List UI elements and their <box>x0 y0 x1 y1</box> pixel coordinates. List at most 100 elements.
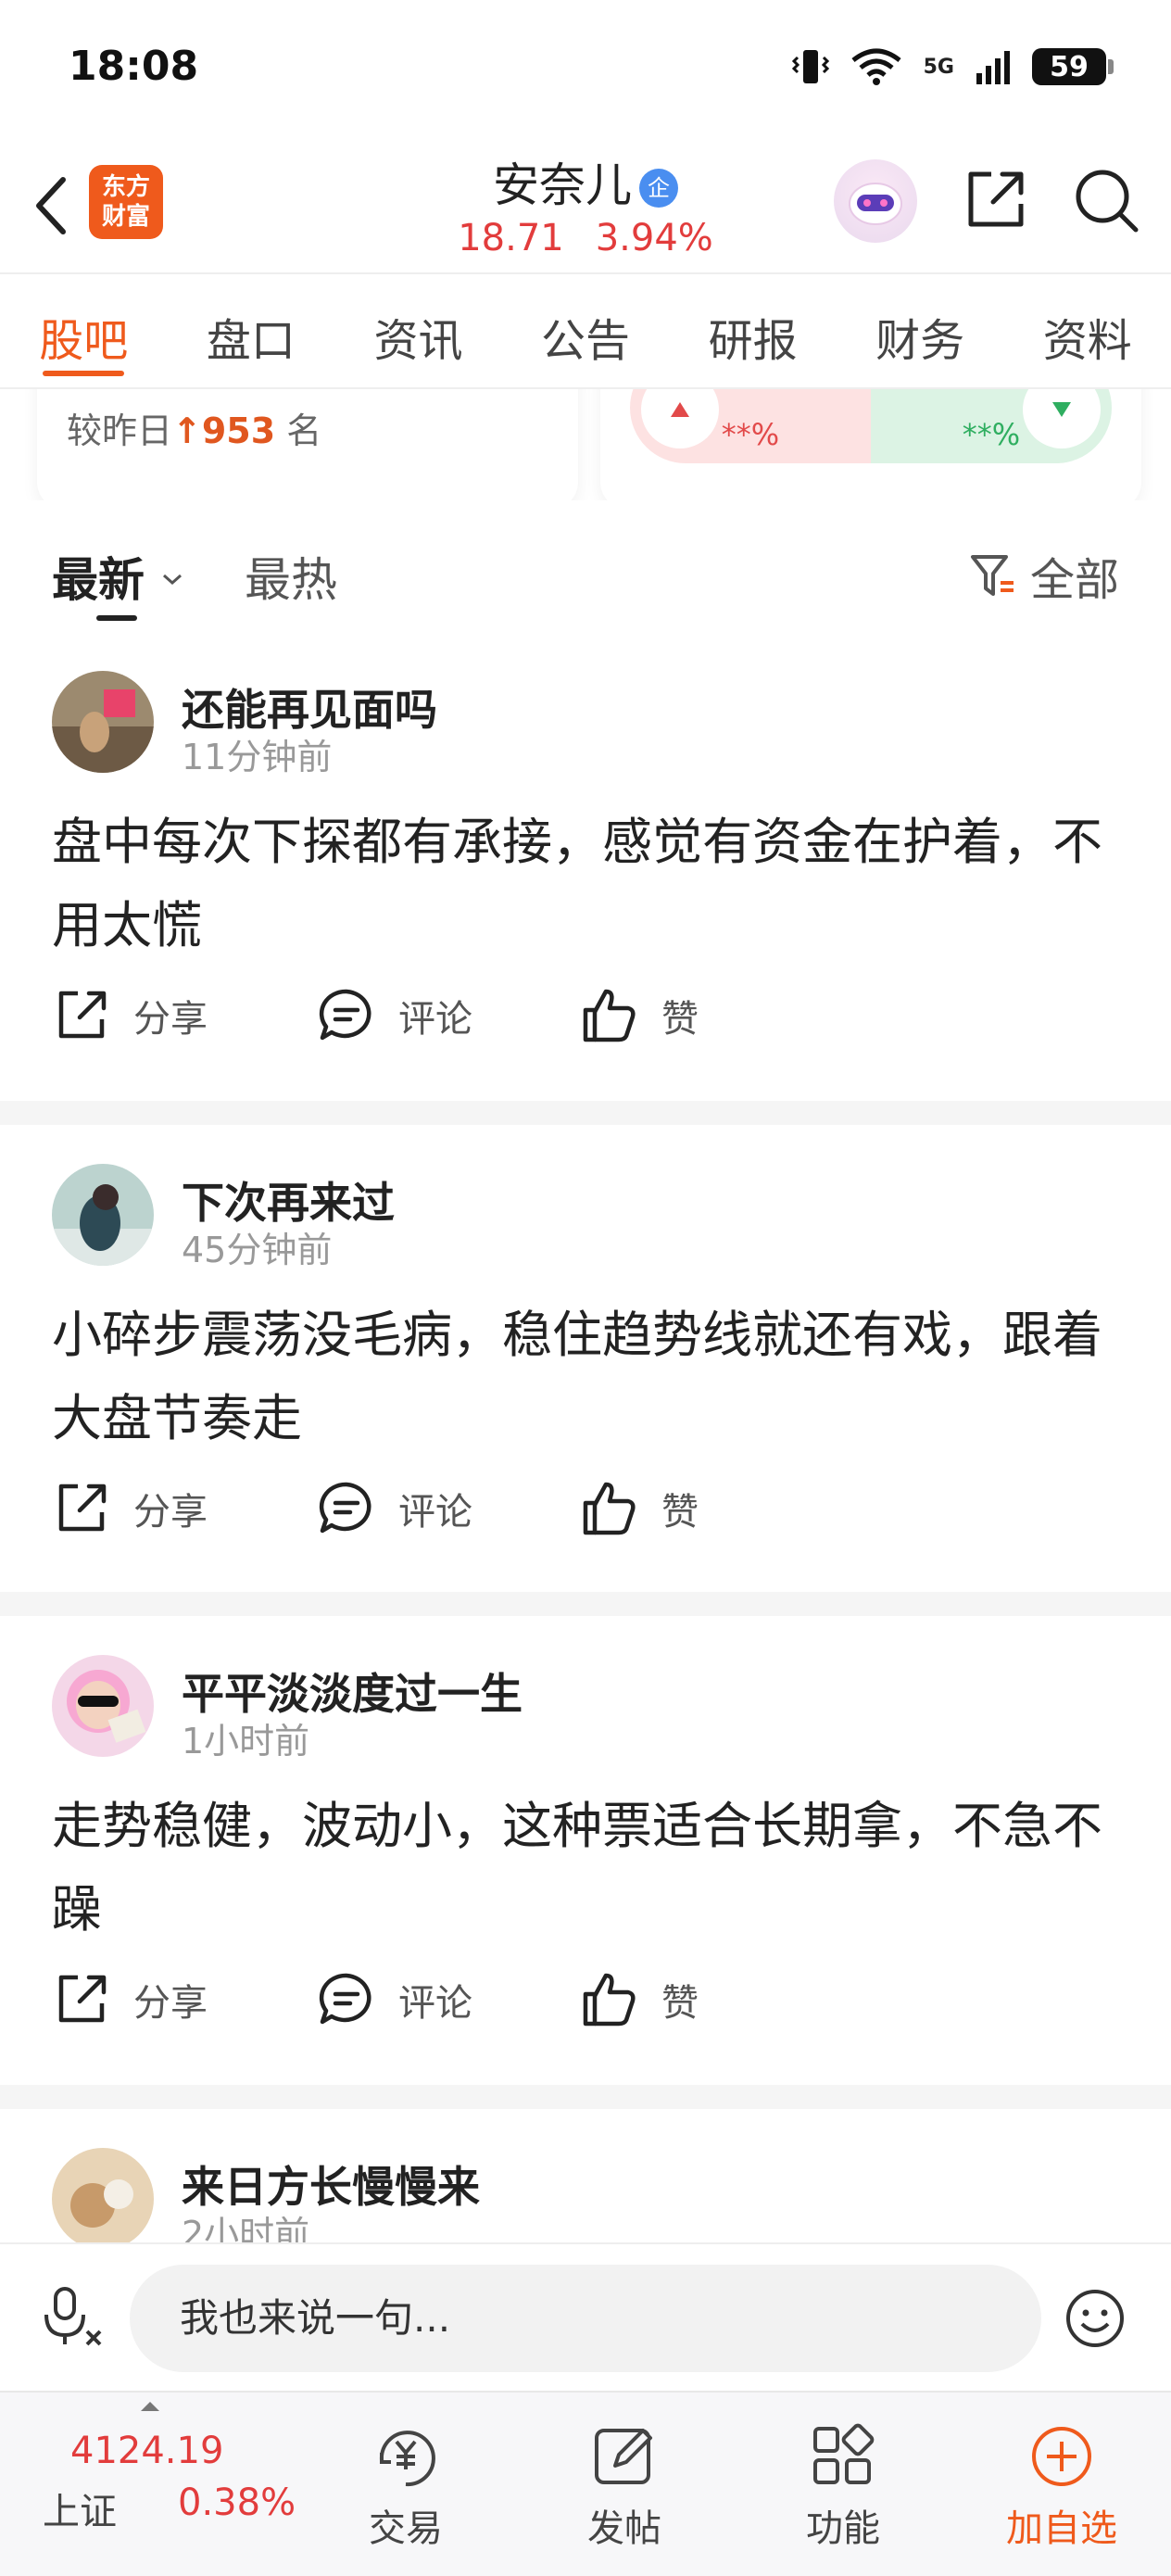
nav-trade-label: 交易 <box>369 2507 443 2550</box>
network-label: 5G <box>923 55 954 79</box>
status-icons: 5G 59 <box>791 46 1114 87</box>
comment-icon <box>319 1973 371 2025</box>
comment-label: 评论 <box>398 998 472 1041</box>
post-time: 2小时前 <box>182 2214 310 2242</box>
tab-news[interactable]: 资讯 <box>334 276 502 387</box>
bear-side: **% <box>871 389 1112 463</box>
comment-icon <box>319 1482 371 1534</box>
post-time: 45分钟前 <box>182 1230 333 1270</box>
share-icon <box>58 1484 107 1532</box>
share-icon <box>58 1975 107 2023</box>
post-item[interactable]: 平平淡淡度过一生 1小时前 走势稳健，波动小，这种票适合长期拿，不急不躁 分享 … <box>0 1655 1171 2146</box>
index-value: 4124.19 <box>70 2430 224 2472</box>
comment-input[interactable]: 我也来说一句... <box>130 2265 1041 2372</box>
stock-change: 3.94% <box>595 217 713 259</box>
wifi-icon <box>851 48 901 85</box>
sort-latest-label: 最新 <box>52 553 145 607</box>
nav-add-watchlist-label: 加自选 <box>1006 2507 1117 2550</box>
post-content[interactable]: 盘中每次下探都有承接，感觉有资金在护着，不用太慌 <box>52 801 1117 967</box>
tab-profile[interactable]: 资料 <box>1003 276 1171 387</box>
comment-label: 评论 <box>398 1982 472 2025</box>
nav-add-watchlist[interactable]: 加自选 <box>978 2415 1145 2552</box>
comment-button[interactable]: 评论 <box>317 1970 472 2029</box>
rank-up-arrow-icon: ↑ <box>172 410 202 451</box>
summary-peek: 较昨日↑953 名 **% **% <box>0 389 1171 500</box>
edit-icon <box>595 2429 652 2484</box>
tab-research[interactable]: 研报 <box>669 276 837 387</box>
like-button[interactable]: 赞 <box>580 1970 699 2029</box>
vibrate-icon <box>791 50 829 83</box>
bottom-bar: 4124.19 上证 0.38% 交易 发帖 功能 加自选 <box>0 2391 1171 2576</box>
rank-suffix: 名 <box>286 410 322 451</box>
search-icon[interactable] <box>1071 165 1141 235</box>
avatar[interactable] <box>52 671 154 773</box>
stock-name: 安奈儿 <box>493 158 632 212</box>
rank-number: 953 <box>201 410 276 451</box>
rank-prefix: 较昨日 <box>67 410 173 451</box>
tab-finance[interactable]: 财务 <box>837 276 1004 387</box>
share-label: 分享 <box>133 1491 208 1534</box>
filter-button[interactable]: 全部 <box>969 543 1119 608</box>
nav-functions[interactable]: 功能 <box>760 2415 926 2552</box>
post-actions: 分享 评论 赞 <box>52 986 1117 1060</box>
comment-button[interactable]: 评论 <box>317 1479 472 1538</box>
thumbs-up-icon <box>583 1482 636 1535</box>
avatar[interactable] <box>52 1164 154 1266</box>
post-time: 11分钟前 <box>182 737 333 777</box>
add-circle-icon <box>1032 2427 1091 2486</box>
stock-header: 东方 财富 安奈儿企 18.71 3.94% <box>0 139 1171 274</box>
like-label: 赞 <box>661 998 699 1041</box>
post-content[interactable]: 走势稳健，波动小，这种票适合长期拿，不急不躁 <box>52 1785 1117 1951</box>
post-actions: 分享 评论 赞 <box>52 1479 1117 1553</box>
share-button[interactable]: 分享 <box>52 1479 208 1538</box>
nav-trade[interactable]: 交易 <box>322 2415 489 2552</box>
battery-icon: 59 <box>1032 48 1114 85</box>
post-item[interactable]: 下次再来过 45分钟前 小碎步震荡没毛病，稳住趋势线就还有戏，跟着大盘节奏走 分… <box>0 1164 1171 1655</box>
grid-icon <box>813 2423 875 2484</box>
thumbs-up-icon <box>583 989 636 1042</box>
caret-up-icon <box>141 2402 159 2411</box>
tab-guba[interactable]: 股吧 <box>0 276 168 387</box>
share-button[interactable]: 分享 <box>52 986 208 1045</box>
post-divider <box>0 2085 1171 2109</box>
voice-input-icon[interactable] <box>37 2281 107 2352</box>
sort-bar: 最新 最热 全部 <box>0 519 1171 630</box>
avatar[interactable] <box>52 1655 154 1757</box>
sort-hot-button[interactable]: 最热 <box>245 543 337 610</box>
nav-post[interactable]: 发帖 <box>541 2415 708 2552</box>
share-button[interactable]: 分享 <box>52 1970 208 2029</box>
tab-announcements[interactable]: 公告 <box>502 276 670 387</box>
post-item[interactable]: 还能再见面吗 11分钟前 盘中每次下探都有承接，感觉有资金在护着，不用太慌 分享… <box>0 671 1171 1162</box>
nav-functions-label: 功能 <box>806 2507 880 2550</box>
signal-icon <box>976 51 1010 84</box>
avatar[interactable] <box>52 2148 154 2242</box>
tab-pankou[interactable]: 盘口 <box>168 276 335 387</box>
nav-post-label: 发帖 <box>587 2507 661 2550</box>
trade-icon <box>379 2431 435 2487</box>
index-name: 上证 <box>43 2491 117 2533</box>
comment-input-bar: 我也来说一句... <box>0 2242 1171 2391</box>
index-change: 0.38% <box>178 2481 296 2524</box>
sort-latest-button[interactable]: 最新 <box>52 543 184 610</box>
bull-bear-bar[interactable]: **% **% <box>630 389 1112 463</box>
comment-button[interactable]: 评论 <box>317 986 472 1045</box>
emoji-icon[interactable] <box>1064 2287 1127 2350</box>
post-content[interactable]: 小碎步震荡没毛病，稳住趋势线就还有戏，跟着大盘节奏走 <box>52 1294 1117 1460</box>
assistant-robot-icon[interactable] <box>834 159 917 243</box>
status-bar: 18:08 5G 59 <box>0 0 1171 139</box>
comment-label: 评论 <box>398 1491 472 1534</box>
status-time: 18:08 <box>69 43 199 90</box>
share-icon <box>58 991 107 1039</box>
like-label: 赞 <box>661 1491 699 1534</box>
share-label: 分享 <box>133 998 208 1041</box>
index-ticker[interactable]: 4124.19 上证 0.38% <box>37 2430 315 2559</box>
post-item[interactable]: 来日方长慢慢来 2小时前 <box>0 2148 1171 2242</box>
post-divider <box>0 1101 1171 1125</box>
post-actions: 分享 评论 赞 <box>52 1970 1117 2044</box>
filter-label: 全部 <box>1029 554 1119 606</box>
thumbs-up-icon <box>583 1973 636 2027</box>
like-button[interactable]: 赞 <box>580 986 699 1045</box>
like-button[interactable]: 赞 <box>580 1479 699 1538</box>
share-icon[interactable] <box>960 165 1030 235</box>
rank-text: 较昨日↑953 名 <box>67 402 321 453</box>
